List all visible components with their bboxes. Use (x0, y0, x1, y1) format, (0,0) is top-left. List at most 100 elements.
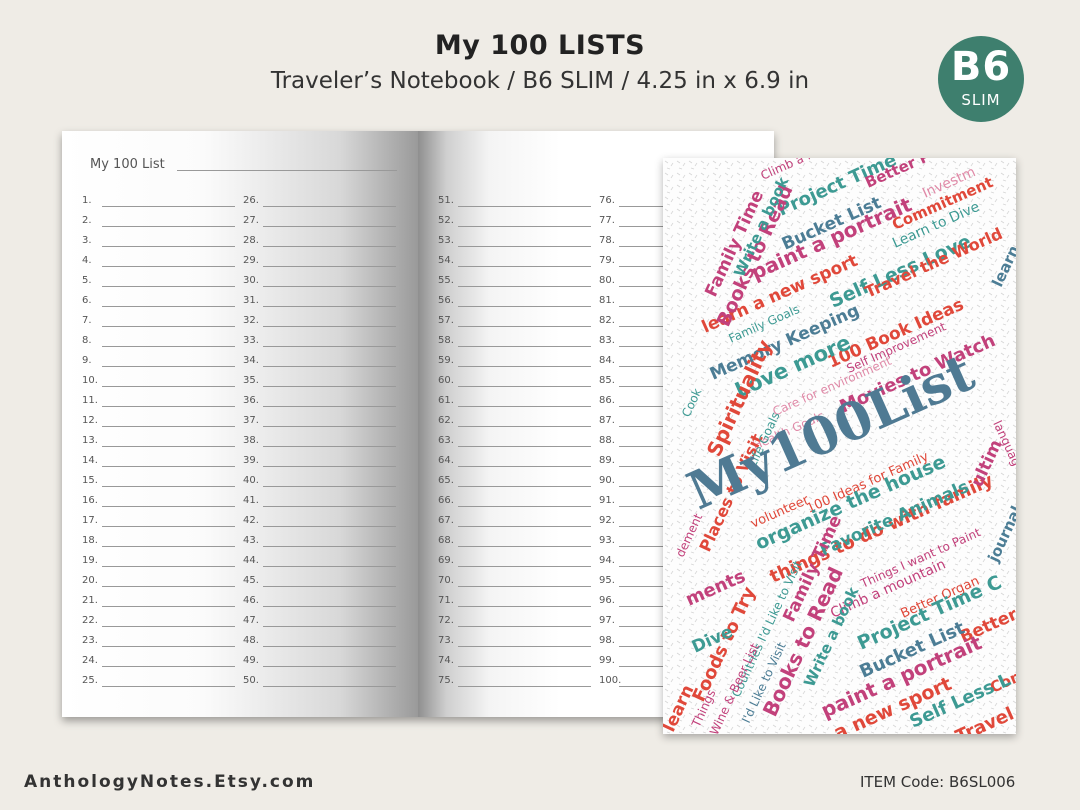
entry-line[interactable] (102, 546, 235, 547)
entry-line[interactable] (102, 506, 235, 507)
entry-line[interactable] (102, 206, 235, 207)
entry-line[interactable] (263, 686, 396, 687)
entry-line[interactable] (102, 226, 235, 227)
entry-line[interactable] (102, 346, 235, 347)
list-row: 4. (82, 255, 237, 271)
row-number: 38. (243, 435, 259, 446)
row-number: 94. (599, 555, 615, 566)
entry-line[interactable] (458, 206, 591, 207)
entry-line[interactable] (263, 566, 396, 567)
entry-line[interactable] (458, 566, 591, 567)
entry-line[interactable] (458, 666, 591, 667)
entry-line[interactable] (263, 386, 396, 387)
list-row: 28. (243, 235, 398, 251)
entry-line[interactable] (263, 306, 396, 307)
entry-line[interactable] (458, 446, 591, 447)
entry-line[interactable] (263, 546, 396, 547)
entry-line[interactable] (263, 266, 396, 267)
row-number: 39. (243, 455, 259, 466)
list-row: 31. (243, 295, 398, 311)
list-row: 62. (438, 415, 593, 431)
entry-line[interactable] (102, 266, 235, 267)
entry-line[interactable] (102, 686, 235, 687)
entry-line[interactable] (102, 426, 235, 427)
entry-line[interactable] (263, 366, 396, 367)
entry-line[interactable] (102, 646, 235, 647)
entry-line[interactable] (458, 246, 591, 247)
entry-line[interactable] (102, 586, 235, 587)
entry-line[interactable] (102, 566, 235, 567)
entry-line[interactable] (102, 326, 235, 327)
entry-line[interactable] (102, 386, 235, 387)
list-row: 13. (82, 435, 237, 451)
entry-line[interactable] (263, 486, 396, 487)
entry-line[interactable] (458, 226, 591, 227)
row-number: 41. (243, 495, 259, 506)
row-number: 3. (82, 235, 92, 246)
entry-line[interactable] (263, 446, 396, 447)
entry-line[interactable] (458, 546, 591, 547)
row-number: 69. (438, 555, 454, 566)
entry-line[interactable] (458, 606, 591, 607)
list-row: 32. (243, 315, 398, 331)
list-row: 9. (82, 355, 237, 371)
entry-line[interactable] (458, 426, 591, 427)
entry-line[interactable] (458, 286, 591, 287)
entry-line[interactable] (263, 526, 396, 527)
entry-line[interactable] (263, 326, 396, 327)
entry-line[interactable] (458, 306, 591, 307)
entry-line[interactable] (458, 646, 591, 647)
entry-line[interactable] (458, 326, 591, 327)
entry-line[interactable] (102, 306, 235, 307)
entry-line[interactable] (263, 206, 396, 207)
list-row: 52. (438, 215, 593, 231)
entry-line[interactable] (102, 626, 235, 627)
entry-line[interactable] (458, 586, 591, 587)
entry-line[interactable] (458, 506, 591, 507)
entry-line[interactable] (102, 666, 235, 667)
entry-line[interactable] (263, 626, 396, 627)
entry-line[interactable] (102, 466, 235, 467)
list-row: 72. (438, 615, 593, 631)
entry-line[interactable] (458, 486, 591, 487)
row-number: 23. (82, 635, 98, 646)
entry-line[interactable] (458, 346, 591, 347)
entry-line[interactable] (263, 426, 396, 427)
entry-line[interactable] (102, 486, 235, 487)
entry-line[interactable] (263, 346, 396, 347)
entry-line[interactable] (458, 386, 591, 387)
entry-line[interactable] (102, 606, 235, 607)
entry-line[interactable] (102, 246, 235, 247)
list-row: 8. (82, 335, 237, 351)
row-number: 58. (438, 335, 454, 346)
entry-line[interactable] (458, 466, 591, 467)
entry-line[interactable] (458, 266, 591, 267)
entry-line[interactable] (458, 686, 591, 687)
entry-line[interactable] (263, 246, 396, 247)
entry-line[interactable] (102, 366, 235, 367)
entry-line[interactable] (458, 526, 591, 527)
entry-line[interactable] (458, 406, 591, 407)
list-row: 40. (243, 475, 398, 491)
entry-line[interactable] (458, 626, 591, 627)
entry-line[interactable] (263, 646, 396, 647)
entry-line[interactable] (263, 466, 396, 467)
entry-line[interactable] (263, 586, 396, 587)
entry-line[interactable] (263, 406, 396, 407)
entry-line[interactable] (263, 666, 396, 667)
entry-line[interactable] (102, 446, 235, 447)
entry-line[interactable] (458, 366, 591, 367)
list-row: 6. (82, 295, 237, 311)
list-row: 43. (243, 535, 398, 551)
row-number: 9. (82, 355, 92, 366)
row-number: 87. (599, 415, 615, 426)
row-number: 84. (599, 355, 615, 366)
entry-line[interactable] (102, 526, 235, 527)
entry-line[interactable] (263, 506, 396, 507)
entry-line[interactable] (102, 406, 235, 407)
entry-line[interactable] (102, 286, 235, 287)
row-number: 88. (599, 435, 615, 446)
entry-line[interactable] (263, 606, 396, 607)
entry-line[interactable] (263, 226, 396, 227)
entry-line[interactable] (263, 286, 396, 287)
